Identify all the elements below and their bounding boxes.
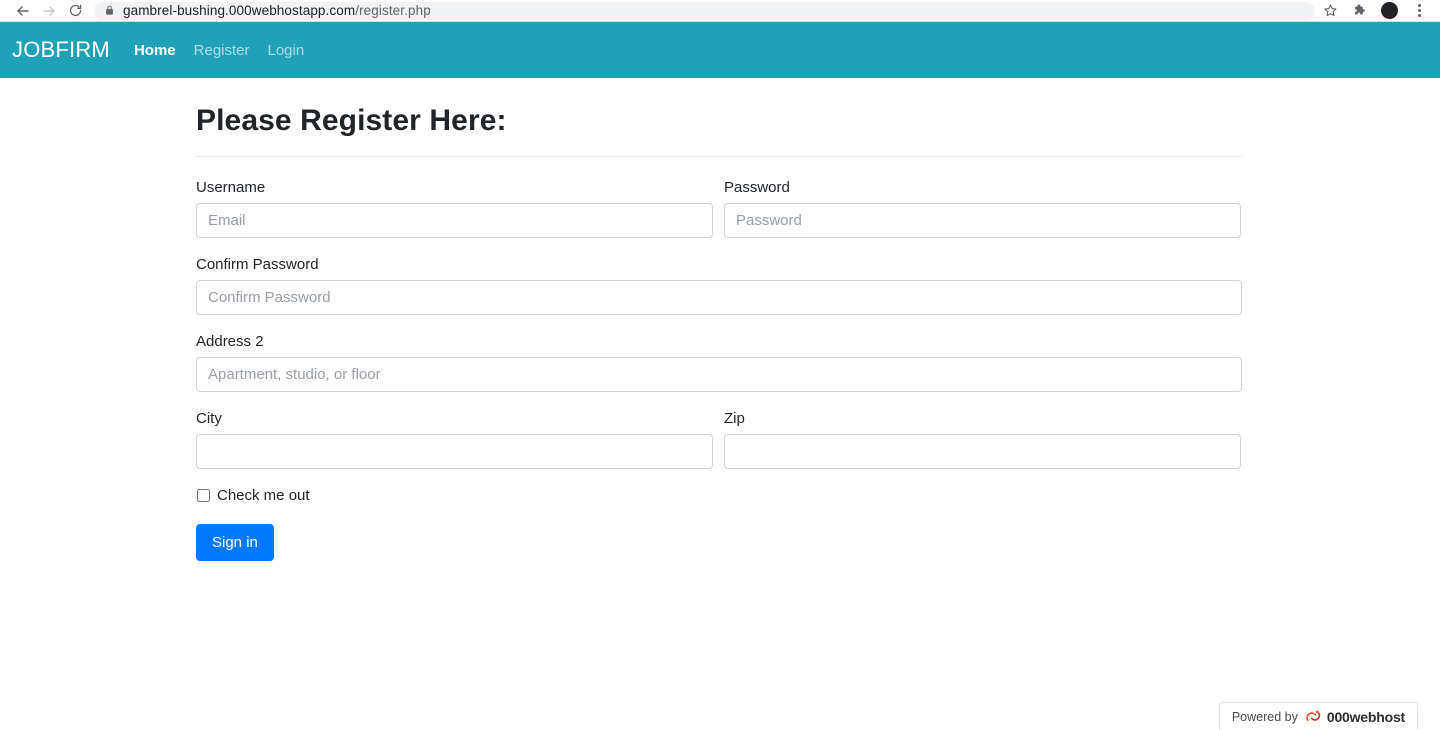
- check-me-out-checkbox[interactable]: [197, 489, 210, 502]
- field-group-confirm-password: Confirm Password: [196, 256, 1242, 315]
- sign-in-button[interactable]: Sign in: [196, 524, 274, 561]
- confirm-password-input[interactable]: [196, 280, 1242, 315]
- form-row-city-zip: City Zip: [196, 410, 1242, 469]
- browser-toolbar: gambrel-bushing.000webhostapp.com/regist…: [0, 0, 1440, 22]
- field-group-password: Password: [724, 179, 1241, 238]
- check-me-out-row: Check me out: [196, 487, 1242, 504]
- city-label: City: [196, 410, 222, 427]
- field-group-username: Username: [196, 179, 713, 238]
- site-navbar: JOBFIRM Home Register Login: [0, 22, 1440, 78]
- field-group-address2: Address 2: [196, 333, 1242, 392]
- check-me-out-label[interactable]: Check me out: [217, 487, 310, 504]
- page-title: Please Register Here:: [196, 104, 507, 137]
- puzzle-piece-icon[interactable]: [1351, 2, 1369, 20]
- browser-actions: [1321, 2, 1430, 20]
- nav-link-home[interactable]: Home: [134, 42, 176, 59]
- nav-link-register[interactable]: Register: [194, 42, 250, 59]
- forward-arrow-icon: [43, 5, 55, 16]
- confirm-password-label: Confirm Password: [196, 256, 319, 273]
- title-divider: [196, 156, 1242, 157]
- 000webhost-brand-text: 000webhost: [1326, 708, 1405, 725]
- zip-input[interactable]: [724, 434, 1241, 469]
- field-group-zip: Zip: [724, 410, 1241, 469]
- back-button[interactable]: [10, 1, 36, 21]
- url-path: /register.php: [355, 3, 431, 18]
- powered-by-text: Powered by: [1231, 709, 1298, 724]
- forward-button[interactable]: [36, 1, 62, 21]
- zip-label: Zip: [724, 410, 745, 427]
- lock-icon: [104, 5, 115, 16]
- address2-input[interactable]: [196, 357, 1242, 392]
- form-row-credentials: Username Password: [196, 179, 1242, 238]
- three-dot-menu-icon[interactable]: [1410, 2, 1428, 20]
- register-form: Username Password Confirm Password Addre…: [196, 179, 1242, 561]
- star-icon[interactable]: [1321, 2, 1339, 20]
- back-arrow-icon: [17, 5, 29, 16]
- address-bar[interactable]: gambrel-bushing.000webhostapp.com/regist…: [94, 1, 1315, 20]
- password-input[interactable]: [724, 203, 1241, 238]
- form-row-confirm-password: Confirm Password: [196, 256, 1242, 315]
- 000webhost-swoosh-icon: [1305, 709, 1322, 724]
- nav-link-login[interactable]: Login: [268, 42, 305, 59]
- url-domain: gambrel-bushing.000webhostapp.com: [123, 3, 356, 18]
- nav-links: Home Register Login: [134, 42, 304, 59]
- field-group-city: City: [196, 410, 713, 469]
- username-input[interactable]: [196, 203, 713, 238]
- brand-logo[interactable]: JOBFIRM: [12, 37, 110, 63]
- profile-avatar-icon[interactable]: [1381, 2, 1398, 19]
- address2-label: Address 2: [196, 333, 264, 350]
- reload-button[interactable]: [62, 1, 88, 21]
- reload-icon: [69, 4, 81, 17]
- password-label: Password: [724, 179, 790, 196]
- form-row-address2: Address 2: [196, 333, 1242, 392]
- url-text: gambrel-bushing.000webhostapp.com/regist…: [123, 3, 431, 18]
- city-input[interactable]: [196, 434, 713, 469]
- register-container: Please Register Here: Username Password …: [196, 78, 1242, 561]
- username-label: Username: [196, 179, 266, 196]
- powered-by-badge[interactable]: Powered by 000webhost: [1218, 702, 1418, 730]
